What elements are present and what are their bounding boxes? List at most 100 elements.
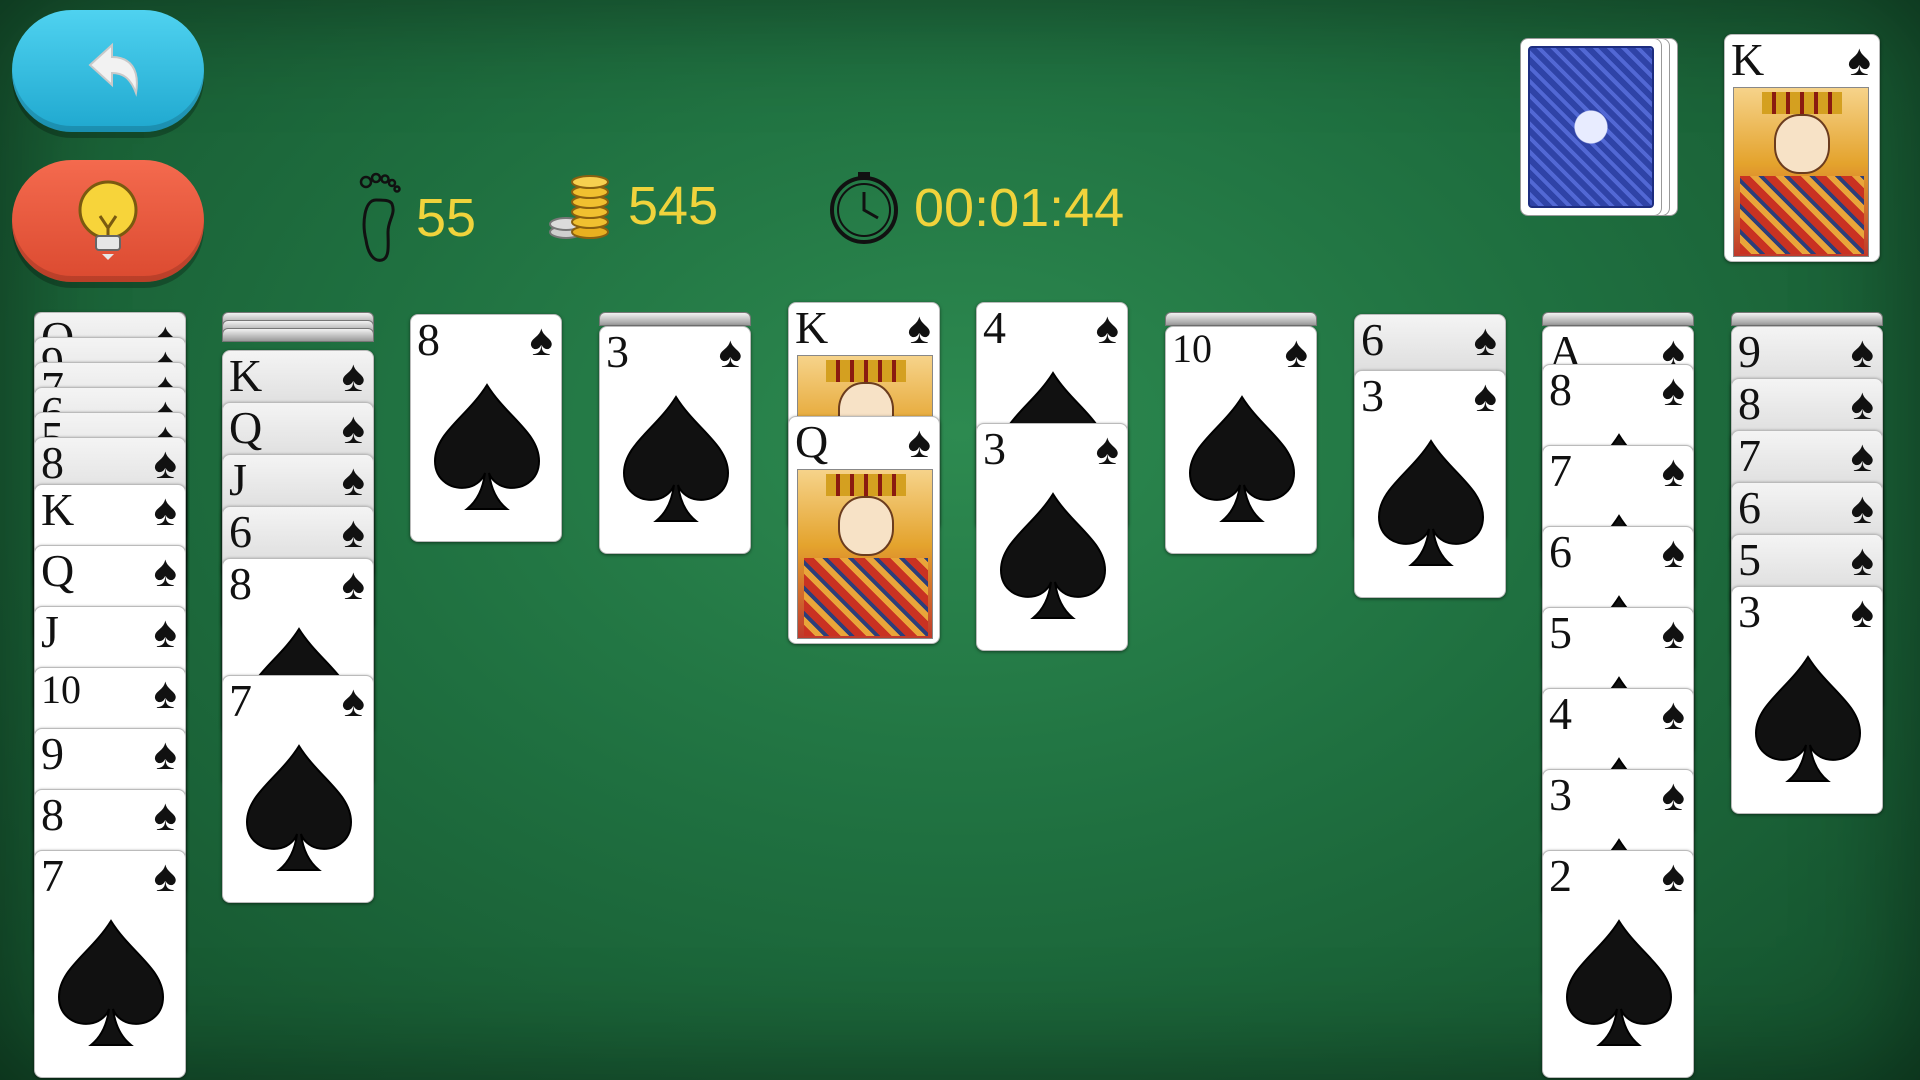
stock-pile[interactable] <box>1520 36 1700 266</box>
spade-icon: ♠ <box>1661 447 1685 496</box>
card-rank: 3 <box>606 326 629 377</box>
tableau-card[interactable]: 7 ♠ <box>34 850 186 1078</box>
spade-icon: ♠ <box>1473 372 1497 421</box>
big-spade-icon <box>245 744 353 871</box>
hint-button[interactable] <box>12 160 204 282</box>
card-rank: 9 <box>41 728 64 779</box>
footprint-icon <box>356 170 404 266</box>
queen-portrait <box>797 469 933 639</box>
card-rank: 3 <box>983 423 1006 474</box>
clock-icon <box>826 170 902 246</box>
spade-icon: ♠ <box>907 304 931 353</box>
spade-icon: ♠ <box>341 560 365 609</box>
card-rank: 2 <box>1549 850 1572 901</box>
spade-icon: ♠ <box>1850 484 1874 533</box>
card-rank: K <box>229 350 263 401</box>
tableau-card[interactable]: 7 ♠ <box>222 675 374 903</box>
coins-counter: 545 <box>548 170 718 242</box>
spade-icon: ♠ <box>341 677 365 726</box>
spade-icon: ♠ <box>1661 690 1685 739</box>
card-rank: 7 <box>41 850 64 901</box>
card-rank: K <box>41 484 75 535</box>
spade-icon: ♠ <box>1850 536 1874 585</box>
tableau-card[interactable]: 3 ♠ <box>1354 370 1506 598</box>
card-rank: J <box>41 606 59 657</box>
card-rank: 9 <box>1738 326 1761 377</box>
spade-icon: ♠ <box>1850 432 1874 481</box>
tableau-card[interactable]: 2 ♠ <box>1542 850 1694 1078</box>
spade-icon: ♠ <box>153 669 177 718</box>
card-rank: 6 <box>1549 526 1572 577</box>
card-rank: 5 <box>1549 607 1572 658</box>
spade-icon: ♠ <box>1661 609 1685 658</box>
spade-icon: ♠ <box>1473 316 1497 365</box>
king-portrait <box>1733 87 1869 257</box>
spade-icon: ♠ <box>153 439 177 488</box>
spade-icon: ♠ <box>1850 380 1874 429</box>
tableau-card[interactable]: 3 ♠ <box>976 423 1128 651</box>
card-rank: J <box>229 454 247 505</box>
spade-icon: ♠ <box>1847 36 1871 85</box>
card-rank: 8 <box>1549 364 1572 415</box>
big-spade-icon <box>57 919 165 1046</box>
spade-icon: ♠ <box>341 456 365 505</box>
big-spade-icon <box>1754 655 1862 782</box>
spade-icon: ♠ <box>1284 328 1308 377</box>
coins-icon <box>548 170 616 242</box>
moves-value: 55 <box>416 188 477 248</box>
card-rank: 8 <box>229 558 252 609</box>
spade-icon: ♠ <box>529 316 553 365</box>
undo-arrow-icon <box>88 42 138 97</box>
facedown-card <box>1165 312 1317 326</box>
big-spade-icon <box>622 395 730 522</box>
spade-icon: ♠ <box>153 852 177 901</box>
card-rank: 8 <box>417 314 440 365</box>
spade-icon: ♠ <box>1850 588 1874 637</box>
spade-icon: ♠ <box>341 404 365 453</box>
card-rank: 3 <box>1738 586 1761 637</box>
tableau-card[interactable]: Q ♠ <box>788 416 940 644</box>
card-rank: 6 <box>1738 482 1761 533</box>
card-rank: Q <box>229 402 263 453</box>
moves-counter: 55 <box>356 170 476 266</box>
spade-icon: ♠ <box>1661 366 1685 415</box>
big-spade-icon <box>1188 395 1296 522</box>
spade-icon: ♠ <box>718 328 742 377</box>
timer: 00:01:44 <box>826 170 1124 246</box>
spade-icon: ♠ <box>1095 304 1119 353</box>
spade-icon: ♠ <box>341 508 365 557</box>
spade-icon: ♠ <box>907 418 931 467</box>
tableau-card[interactable]: 8 ♠ <box>410 314 562 542</box>
card-rank: 10 <box>41 667 81 712</box>
facedown-card <box>222 328 374 342</box>
facedown-card <box>1731 312 1883 326</box>
spade-icon: ♠ <box>1095 425 1119 474</box>
card-rank: 8 <box>41 789 64 840</box>
tableau-card[interactable]: 3 ♠ <box>1731 586 1883 814</box>
big-spade-icon <box>1377 439 1485 566</box>
coins-value: 545 <box>628 176 719 236</box>
foundation-completed-run: K ♠ <box>1724 34 1880 262</box>
card-rank: 7 <box>1549 445 1572 496</box>
big-spade-icon <box>999 492 1107 619</box>
lightbulb-icon <box>78 180 138 260</box>
card-rank: 10 <box>1172 326 1212 371</box>
card-rank: 7 <box>229 675 252 726</box>
card-rank: 6 <box>1361 314 1384 365</box>
stock-card-top <box>1520 38 1662 216</box>
card-rank: 3 <box>1361 370 1384 421</box>
tableau-card[interactable]: 3 ♠ <box>599 326 751 554</box>
card-rank: K <box>1731 34 1765 85</box>
card-rank: 8 <box>1738 378 1761 429</box>
spade-icon: ♠ <box>153 791 177 840</box>
spade-icon: ♠ <box>1661 528 1685 577</box>
tableau-card[interactable]: 10 ♠ <box>1165 326 1317 554</box>
card-rank: 4 <box>1549 688 1572 739</box>
spade-icon: ♠ <box>153 730 177 779</box>
spade-icon: ♠ <box>341 352 365 401</box>
facedown-card <box>1542 312 1694 326</box>
spade-icon: ♠ <box>1850 328 1874 377</box>
spade-icon: ♠ <box>153 608 177 657</box>
undo-button[interactable] <box>12 10 204 132</box>
card-back-pattern <box>1528 46 1654 208</box>
